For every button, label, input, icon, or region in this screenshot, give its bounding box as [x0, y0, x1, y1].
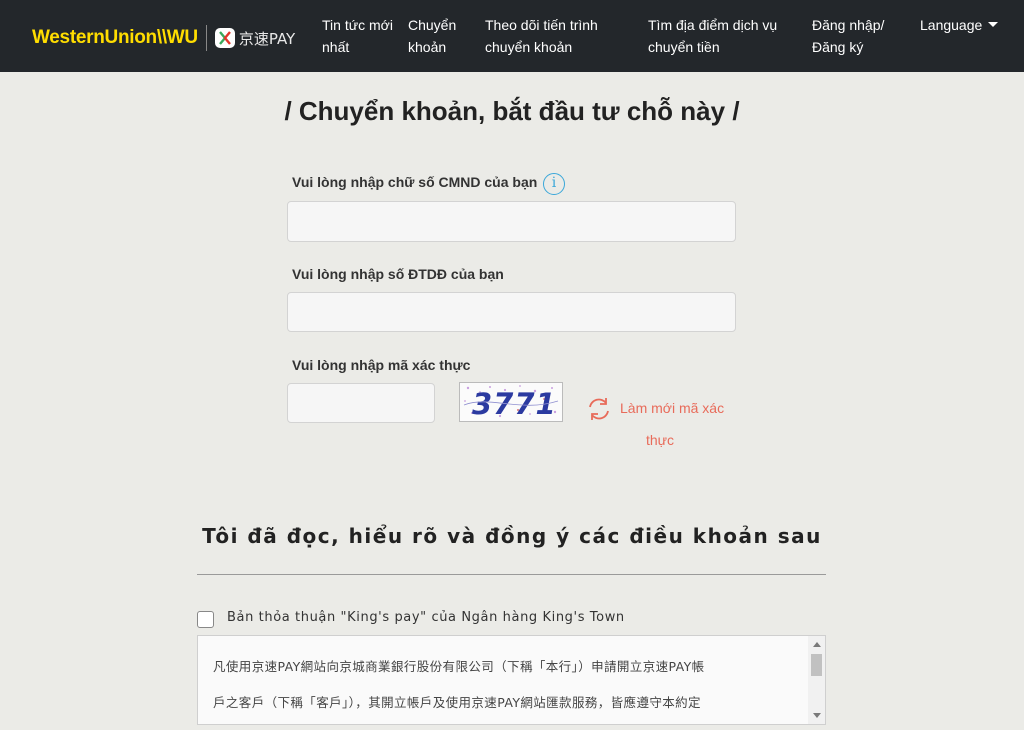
nav-transfer-line1: Chuyển [408, 17, 457, 33]
nav-login-register[interactable]: Đăng nhập/ Đăng ký [812, 14, 884, 58]
captcha-image: 3771 [459, 382, 563, 422]
captcha-input[interactable] [287, 383, 435, 423]
top-navbar: WesternUnion\\WU 京速PAY Tin tức mới nhất … [0, 0, 1024, 72]
refresh-captcha-line2: thực [646, 432, 675, 448]
phone-number-label: Vui lòng nhập số ĐTDĐ của bạn [292, 266, 504, 282]
agree-checkbox[interactable] [197, 611, 214, 628]
nav-transfer[interactable]: Chuyển khoản [408, 14, 456, 58]
nav-login-register-line2: Đăng ký [812, 39, 864, 55]
nav-find-location[interactable]: Tìm địa điểm dịch vụ chuyển tiền [648, 14, 777, 58]
id-number-input[interactable] [287, 201, 736, 242]
nav-latest-news-line2: nhất [322, 39, 350, 55]
kings-pay-logo-text: 京速PAY [238, 29, 296, 48]
divider [197, 574, 826, 575]
terms-scrollbar[interactable] [808, 636, 825, 724]
refresh-icon[interactable] [586, 396, 612, 426]
language-dropdown[interactable]: Language [920, 14, 999, 36]
terms-textbox[interactable]: 凡使用京速PAY網站向京城商業銀行股份有限公司（下稱「本行」）申請開立京速PAY… [197, 635, 826, 725]
brand-logo[interactable]: WesternUnion\\WU 京速PAY [32, 25, 296, 51]
page-title: / Chuyển khoản, bắt đầu tư chỗ này / [284, 96, 740, 126]
scroll-down-icon[interactable] [813, 713, 821, 718]
nav-transfer-line2: khoản [408, 39, 447, 55]
captcha-label: Vui lòng nhập mã xác thực [292, 357, 471, 373]
brand-separator [205, 25, 207, 51]
nav-track-transfer-line2: chuyển khoản [485, 39, 573, 55]
terms-heading: Tôi đã đọc, hiểu rõ và đồng ý các điều k… [202, 524, 822, 548]
id-number-label: Vui lòng nhập chữ số CMND của bạn [292, 174, 538, 190]
info-icon[interactable]: i [543, 173, 565, 195]
nav-find-location-line1: Tìm địa điểm dịch vụ [648, 17, 778, 33]
refresh-captcha-line1: Làm mới mã xác [620, 400, 725, 416]
nav-latest-news[interactable]: Tin tức mới nhất [322, 14, 393, 58]
kings-pay-logo-icon [214, 28, 235, 48]
refresh-captcha-link[interactable]: Làm mới mã xác thực [620, 392, 750, 456]
language-label: Language [920, 17, 983, 33]
nav-track-transfer[interactable]: Theo dõi tiến trình chuyển khoản [485, 14, 598, 58]
agree-label[interactable]: Bản thỏa thuận "King's pay" của Ngân hàn… [227, 610, 625, 625]
terms-text-line: 凡使用京速PAY網站向京城商業銀行股份有限公司（下稱「本行」）申請開立京速PAY… [213, 659, 705, 674]
nav-find-location-line2: chuyển tiền [648, 39, 720, 55]
western-union-logo: WesternUnion\\WU [32, 27, 198, 48]
nav-login-register-line1: Đăng nhập/ [812, 17, 885, 33]
terms-text-line: 戶之客戶（下稱「客戶」），其開立帳戶及使用京速PAY網站匯款服務，皆應遵守本約定 [213, 695, 701, 710]
scroll-up-icon[interactable] [813, 642, 821, 647]
scrollbar-thumb[interactable] [811, 654, 822, 676]
caret-down-icon [988, 22, 999, 28]
nav-latest-news-line1: Tin tức mới [322, 17, 393, 33]
nav-track-transfer-line1: Theo dõi tiến trình [485, 17, 598, 33]
phone-number-input[interactable] [287, 292, 736, 332]
